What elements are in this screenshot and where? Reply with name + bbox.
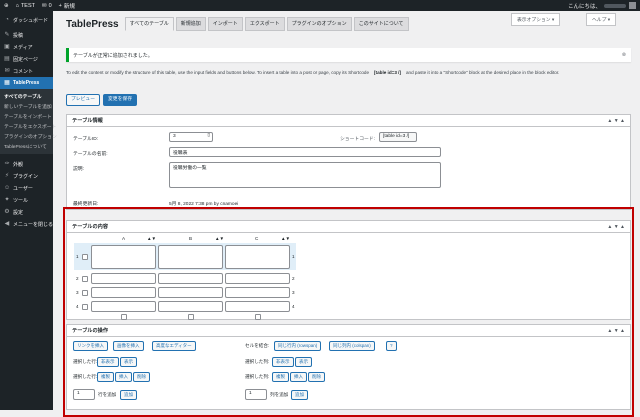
submenu-export[interactable]: テーブルをエクスポート [0,121,56,131]
wordpress-logo-icon[interactable]: ⊕ [4,3,9,9]
sidebar-item-comments[interactable]: ✉ コメント [0,65,53,77]
tab-plugin-options[interactable]: プラグインのオプション [286,17,352,31]
avatar [629,2,636,9]
plugin-icon: ⚡ [4,173,10,179]
media-icon: ▣ [4,44,10,50]
sidebar-item-tools[interactable]: ✦ ツール [0,194,53,206]
username-redacted [604,3,626,8]
account-menu[interactable]: こんにちは、 [568,2,636,10]
sidebar-item-appearance[interactable]: ✑ 外観 [0,158,53,170]
save-changes-button[interactable]: 変更を保存 [103,94,137,106]
plus-icon: + [58,2,62,9]
main-content: 表示オプション ▾ ヘルプ ▾ TablePress すべてのテーブル 新規追加… [53,11,640,417]
table-icon: ▦ [4,80,10,86]
page-icon: ▤ [4,56,10,62]
top-actions: プレビュー 変更を保存 [66,94,137,106]
pin-icon: ✎ [4,32,10,38]
sidebar-item-users[interactable]: ☺ ユーザー [0,182,53,194]
last-modified-value: 5月 8, 2022 7:38 pm by cnamoei [169,202,239,207]
shortcode-label: ショートコード: [340,137,375,142]
brush-icon: ✑ [4,161,10,167]
comments-link[interactable]: ✉ 0 [42,3,52,9]
table-name-label: テーブルの名前: [73,152,108,157]
tool-icon: ✦ [4,197,10,203]
sidebar-item-dashboard[interactable]: ◔ ダッシュボード [0,14,53,26]
sidebar-item-plugins[interactable]: ⚡ プラグイン [0,170,53,182]
table-info-panel: テーブル情報 ▲ ▼ ▲ テーブルID: 3 ▯ ショートコード: [table i… [66,114,631,210]
highlight-box [63,207,634,417]
dismiss-icon[interactable]: ⊗ [622,52,626,58]
new-content-link[interactable]: + 新規 [59,2,75,10]
help-button[interactable]: ヘルプ ▾ [586,13,617,26]
description-label: 説明: [73,167,84,172]
shortcode-field[interactable]: [table id=3 /] [379,132,417,142]
tab-import[interactable]: インポート [207,17,243,31]
collapse-icon: ◀ [4,221,10,227]
comment-icon: ✉ [42,2,47,9]
page-header: TablePress すべてのテーブル 新規追加 インポート エクスポート プラ… [66,17,409,31]
tablepress-submenu: すべてのテーブル 新しいテーブルを追加 テーブルをインポート テーブルをエクスポ… [0,89,57,154]
sidebar-item-media[interactable]: ▣ メディア [0,41,53,53]
success-notice: テーブルが正常に追加されました。 ⊗ [66,48,631,62]
spinner-icon: ▯ [207,133,210,138]
user-icon: ☺ [4,185,11,191]
comment-icon: ✉ [4,68,10,74]
home-icon: ⌂ [15,2,19,9]
submenu-all-tables[interactable]: すべてのテーブル [0,91,53,101]
dashboard-icon: ◔ [5,17,9,23]
preview-button[interactable]: プレビュー [66,94,100,106]
settings-icon: ⚙ [4,209,10,215]
instructions: To edit the content or modify the struct… [66,70,560,75]
submenu-options[interactable]: プラグインのオプション [0,131,57,141]
table-id-label: テーブルID: [73,137,99,142]
sidebar-item-tablepress[interactable]: ▦ TablePress [0,77,53,89]
admin-bar: ⊕ ⌂ TEST ✉ 0 + 新規 こんにちは、 [0,0,640,11]
page-title: TablePress [66,19,119,30]
sidebar-item-pages[interactable]: ▤ 固定ページ [0,53,53,65]
table-name-input[interactable]: 役職表 [169,147,441,157]
sidebar-collapse-menu[interactable]: ◀ メニューを閉じる [0,218,53,230]
submenu-add-new[interactable]: 新しいテーブルを追加 [0,101,53,111]
screen-options-button[interactable]: 表示オプション ▾ [511,13,561,26]
tab-about[interactable]: このサイトについて [353,17,409,31]
sidebar-item-settings[interactable]: ⚙ 設定 [0,206,53,218]
site-name-link[interactable]: ⌂ TEST [16,3,35,9]
panel-collapse-controls[interactable]: ▲ ▼ ▲ [607,118,625,124]
panel-header: テーブル情報 ▲ ▼ ▲ [67,115,630,127]
sidebar-item-posts[interactable]: ✎ 投稿 [0,29,53,41]
description-textarea[interactable]: 役職労働の一覧 [169,162,441,188]
tab-all-tables[interactable]: すべてのテーブル [124,17,174,31]
submenu-about[interactable]: TablePressについて [0,141,53,151]
tab-export[interactable]: エクスポート [244,17,285,31]
table-id-input[interactable]: 3 ▯ [169,132,213,142]
last-modified-label: 最終更新日: [73,202,99,207]
tab-add-new[interactable]: 新規追加 [175,17,206,31]
admin-sidebar: ◔ ダッシュボード ✎ 投稿 ▣ メディア ▤ 固定ページ ✉ コメント ▦ TablePr… [0,11,57,410]
submenu-import[interactable]: テーブルをインポート [0,111,53,121]
